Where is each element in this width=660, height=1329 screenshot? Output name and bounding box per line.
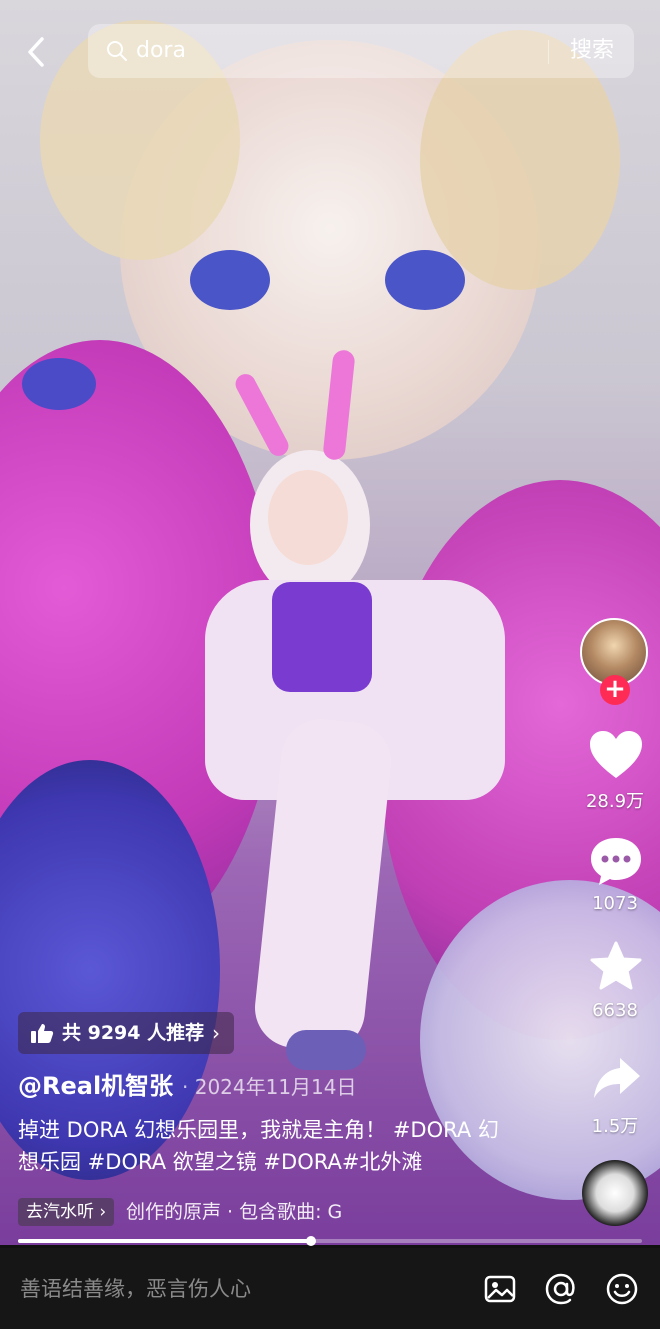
chevron-right-icon: › (212, 1021, 220, 1045)
search-input[interactable]: dora (136, 36, 186, 66)
back-button[interactable] (22, 34, 52, 70)
search-icon (107, 41, 127, 61)
post-description[interactable]: 掉进 DORA 幻想乐园里，我就是主角！ #DORA 幻想乐园 #DORA 欲望… (18, 1114, 508, 1178)
recommend-label: 共 9294 人推荐 (62, 1022, 205, 1044)
music-disc[interactable] (582, 1160, 648, 1226)
share-arrow-icon (594, 1058, 640, 1098)
music-title: 创作的原声 · 包含歌曲: G (126, 1201, 343, 1223)
recommend-badge[interactable]: 共 9294 人推荐 › (18, 1012, 234, 1054)
thumbs-up-icon (31, 1024, 54, 1043)
music-row[interactable]: 去汽水听 › 创作的原声 · 包含歌曲: G (18, 1196, 388, 1228)
video-progress-bar[interactable] (18, 1236, 642, 1246)
comment-count: 1073 (592, 893, 638, 914)
post-date: · 2024年11月14日 (182, 1075, 357, 1099)
search-divider (548, 40, 549, 64)
like-count: 28.9万 (585, 791, 645, 812)
comment-input[interactable]: 善语结善缘，恶言伤人心 (20, 1274, 251, 1304)
music-app-tag[interactable]: 去汽水听 › (18, 1198, 115, 1226)
video-frame[interactable] (0, 0, 660, 1245)
heart-icon (590, 731, 642, 778)
favorite-count: 6638 (592, 1000, 638, 1021)
progress-fill (18, 1239, 312, 1243)
comment-bar: 善语结善缘，恶言伤人心 (0, 1248, 660, 1329)
share-button[interactable] (590, 1052, 650, 1106)
favorite-button[interactable] (588, 940, 648, 994)
follow-button[interactable]: + (600, 675, 630, 705)
star-icon (590, 941, 642, 990)
chevron-left-icon (28, 37, 44, 67)
at-icon[interactable] (544, 1272, 578, 1306)
image-icon[interactable] (483, 1272, 517, 1306)
author-name[interactable]: @Real机智张 (18, 1070, 173, 1102)
search-bar[interactable]: dora 搜索 (88, 24, 634, 78)
emoji-icon[interactable] (605, 1272, 639, 1306)
comment-button[interactable] (588, 834, 648, 888)
like-button[interactable] (586, 728, 646, 782)
search-button[interactable]: 搜索 (570, 35, 614, 67)
comment-bubble-icon (591, 838, 641, 885)
share-count: 1.5万 (591, 1116, 639, 1137)
